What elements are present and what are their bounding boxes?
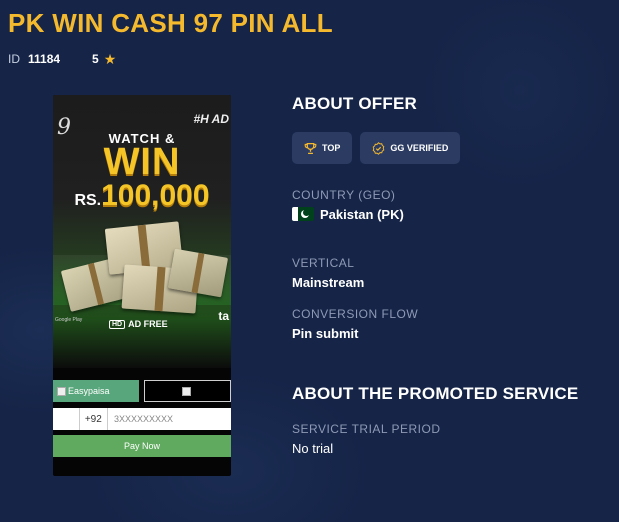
country-label: COUNTRY (GEO) [292, 188, 396, 202]
trial-period-label: SERVICE TRIAL PERIOD [292, 422, 441, 436]
verified-check-icon [372, 141, 385, 155]
vertical-value: Mainstream [292, 275, 365, 290]
pakistan-flag-icon [292, 207, 314, 221]
banner-brand-partial: ta [218, 309, 229, 323]
trial-period-value: No trial [292, 441, 334, 456]
top-badge-label: TOP [322, 143, 341, 153]
star-icon: ★ [103, 51, 117, 67]
trophy-icon [304, 142, 317, 154]
hd-icon: HD [109, 319, 126, 329]
country-value-row: Pakistan (PK) [292, 207, 404, 222]
phone-number-input[interactable] [108, 408, 231, 430]
offer-title: PK WIN CASH 97 PIN ALL [8, 8, 333, 38]
vertical-label: VERTICAL [292, 256, 355, 270]
conversion-flow-label: CONVERSION FLOW [292, 307, 419, 321]
ad-free-text: AD FREE [128, 319, 168, 329]
payment-options: Easypaisa [53, 380, 231, 402]
phone-country-code: +92 [80, 408, 108, 430]
conversion-flow-value: Pin submit [292, 326, 359, 341]
rating-value: 5 [92, 52, 99, 66]
promoted-service-heading: ABOUT THE PROMOTED SERVICE [292, 384, 579, 403]
country-value: Pakistan (PK) [320, 207, 404, 222]
top-badge: TOP [292, 132, 353, 164]
banner-hashtag: #H AD [193, 112, 229, 126]
phone-prefix-blank [53, 408, 80, 430]
broken-image-icon [57, 386, 66, 396]
offer-badges: TOP GG VERIFIED [292, 132, 461, 164]
creative-banner: 9 #H AD WATCH & WIN RS.100,000 Google Pl… [53, 95, 231, 368]
broken-image-icon [182, 386, 191, 396]
banner-currency: RS. [74, 192, 102, 209]
id-value: 11184 [28, 52, 61, 66]
google-play-badge: Google Play [55, 317, 83, 323]
easypaisa-option[interactable]: Easypaisa [53, 380, 139, 402]
phone-input-row: +92 [53, 408, 231, 430]
banner-amount-value: 100,000 [101, 179, 210, 212]
alt-payment-option[interactable] [144, 380, 231, 402]
verified-badge: GG VERIFIED [360, 132, 461, 164]
easypaisa-label: Easypaisa [68, 386, 110, 396]
offer-meta: ID 11184 5 ★ [8, 52, 116, 66]
creative-preview: 9 #H AD WATCH & WIN RS.100,000 Google Pl… [53, 95, 231, 476]
ad-free-label: HD AD FREE [109, 319, 168, 329]
verified-badge-label: GG VERIFIED [390, 143, 449, 153]
about-offer-heading: ABOUT OFFER [292, 94, 417, 113]
banner-amount: RS.100,000 [53, 179, 231, 213]
banner-win-text: WIN [103, 141, 181, 183]
pay-now-button[interactable]: Pay Now [53, 435, 231, 457]
id-label: ID [8, 52, 20, 66]
